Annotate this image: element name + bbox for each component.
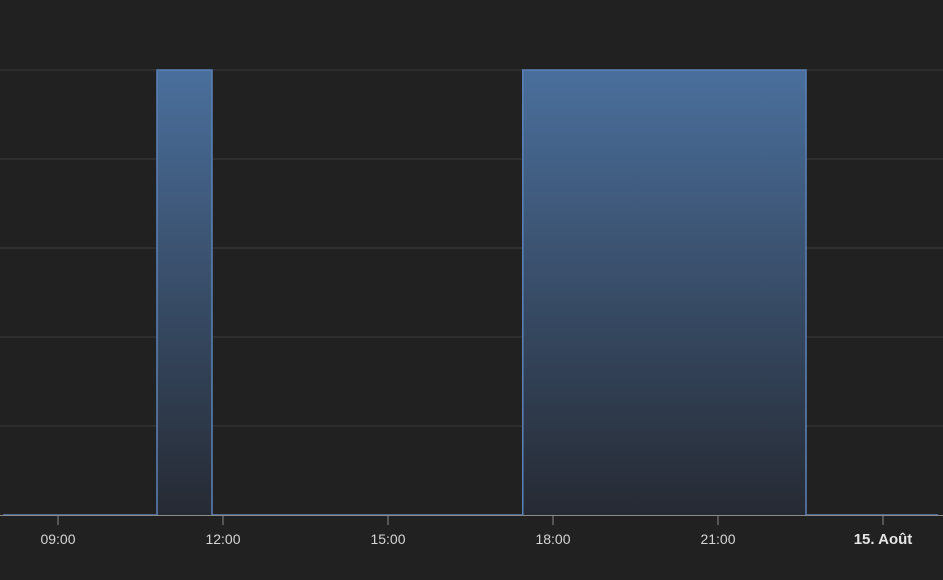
x-tick-label-2: 15:00 — [370, 531, 405, 547]
x-tick-label-5: 15. Août — [854, 531, 913, 548]
chart-container: 09:00 12:00 15:00 18:00 21:00 15. Août — [0, 0, 943, 575]
x-axis: 09:00 12:00 15:00 18:00 21:00 15. Août — [0, 515, 943, 548]
x-tick-label-1: 12:00 — [205, 531, 240, 547]
series-area-0 — [3, 70, 938, 515]
x-tick-label-4: 21:00 — [700, 531, 735, 547]
area-layer — [3, 69, 938, 516]
x-tick-label-3: 18:00 — [535, 531, 570, 547]
x-tick-label-0: 09:00 — [40, 531, 75, 547]
step-area-chart: 09:00 12:00 15:00 18:00 21:00 15. Août — [0, 69, 943, 548]
